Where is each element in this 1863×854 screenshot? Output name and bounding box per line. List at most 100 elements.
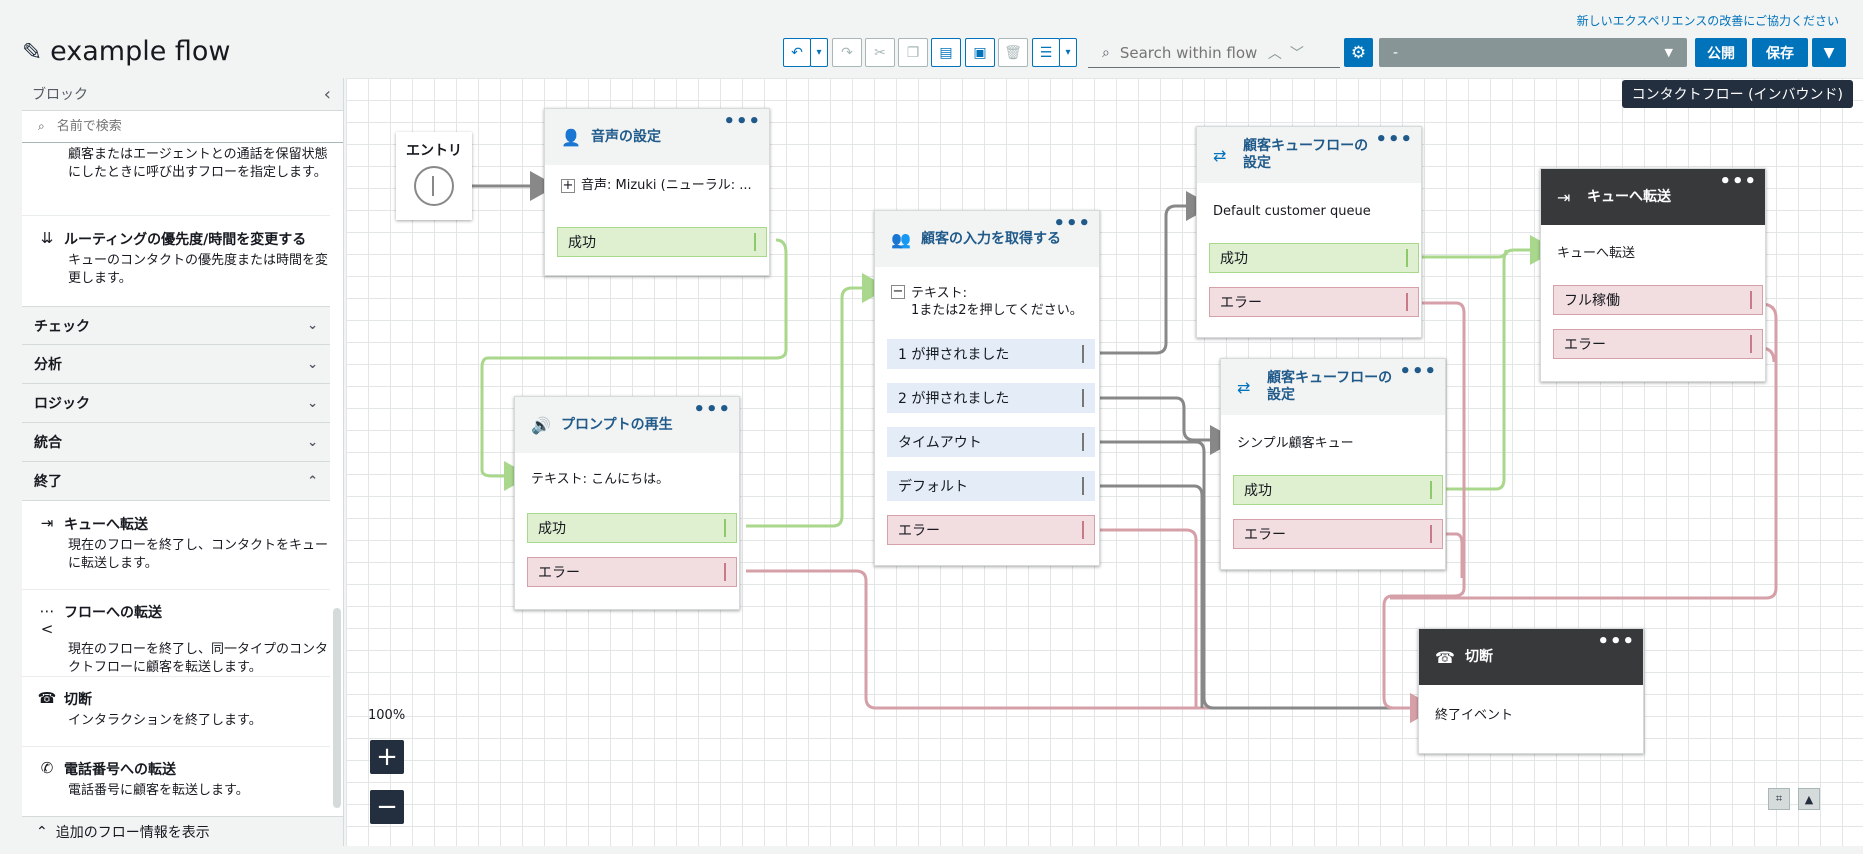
entry-label: エントリ — [406, 143, 462, 159]
queue-transfer-icon: ⇥ — [1557, 187, 1571, 207]
pencil-icon[interactable]: ✎ — [22, 38, 42, 66]
chevron-up-icon: ⌃ — [36, 823, 48, 840]
undo-dropdown-icon[interactable]: ▾ — [810, 38, 828, 67]
minimap-toggle-icon[interactable]: ▲ — [1798, 788, 1820, 810]
wire-input-error-disconnect — [1091, 528, 1198, 708]
select-all-icon[interactable]: ▣ — [965, 38, 995, 67]
node-header: 🔊 プロンプトの再生 ••• — [515, 397, 739, 453]
copy-icon[interactable]: ❐ — [898, 38, 928, 67]
more-options-icon[interactable]: ••• — [1597, 631, 1635, 652]
chevron-down-icon: ▼ — [1664, 46, 1673, 59]
node-disconnect[interactable]: ☎ 切断 ••• 終了イベント — [1418, 628, 1644, 754]
node-set-customer-queue-flow-1[interactable]: ⇄ 顧客キューフローの設定 ••• Default customer queue… — [1196, 126, 1422, 338]
phone-transfer-icon: ✆ — [40, 759, 54, 777]
minus-icon[interactable]: − — [891, 285, 905, 299]
branch-success[interactable]: 成功 — [1233, 475, 1443, 505]
category-terminate[interactable]: 終了 ⌃ — [22, 462, 330, 501]
node-transfer-to-queue[interactable]: ⇥ キューへ転送 ••• キューへ転送 フル稼働 エラー — [1540, 168, 1766, 382]
branch-success[interactable]: 成功 — [527, 513, 737, 543]
branch-error[interactable]: エラー — [1233, 519, 1443, 549]
flow-search[interactable]: ⌕ ︿ ﹀ — [1088, 38, 1340, 68]
save-dropdown-icon[interactable]: ▼ — [1812, 38, 1846, 67]
chevron-up-icon: ⌃ — [307, 473, 318, 489]
more-options-icon[interactable]: ••• — [1375, 129, 1413, 150]
node-header: ⇄ 顧客キューフローの設定 ••• — [1197, 127, 1421, 183]
category-integrate[interactable]: 統合 ⌄ — [22, 423, 330, 462]
node-play-prompt[interactable]: 🔊 プロンプトの再生 ••• テキスト: こんにちは。 成功 エラー — [514, 396, 740, 610]
category-check[interactable]: チェック ⌄ — [22, 306, 330, 345]
paste-icon[interactable]: ▤ — [931, 38, 961, 67]
block-search[interactable]: ⌕ — [22, 111, 343, 143]
queue-flow-icon: ⇄ — [1213, 145, 1227, 165]
chevron-down-icon: ⌄ — [307, 318, 318, 333]
notes-dropdown-icon[interactable]: ▾ — [1059, 38, 1077, 67]
branch-success[interactable]: 成功 — [557, 227, 767, 257]
show-flow-info-link[interactable]: ⌃ 追加のフロー情報を表示 — [22, 816, 343, 846]
block-hold-flow[interactable]: 顧客またはエージェントとの通話を保留状態にしたときに呼び出すフローを指定します。 — [22, 146, 330, 182]
node-set-customer-queue-flow-2[interactable]: ⇄ 顧客キューフローの設定 ••• シンプル顧客キュー 成功 エラー — [1220, 358, 1446, 570]
entry-point-icon — [414, 166, 454, 206]
more-options-icon[interactable]: ••• — [1399, 361, 1437, 382]
feedback-link[interactable]: 新しいエクスペリエンスの改善にご協力ください — [1577, 12, 1839, 29]
notes-icon[interactable]: ☰ — [1032, 38, 1060, 67]
node-get-customer-input[interactable]: 👥 顧客の入力を取得する ••• − テキスト: 1または2を押してください。 1 … — [874, 210, 1100, 566]
branch-error[interactable]: エラー — [887, 515, 1095, 545]
collapse-icon[interactable]: ‹ — [324, 84, 331, 105]
block-desc: キューのコンタクトの優先度または時間を変更します。 — [68, 253, 329, 286]
undo-icon[interactable]: ↶ — [783, 38, 811, 67]
entry-node[interactable]: エントリ — [396, 132, 472, 220]
wire-option1-queue1 — [1091, 191, 1213, 355]
flow-search-input[interactable] — [1119, 43, 1260, 62]
block-transfer-to-phone[interactable]: ✆ 電話番号への転送 電話番号に顧客を転送します。 — [22, 759, 330, 800]
gear-icon[interactable]: ⚙ — [1344, 38, 1373, 67]
block-name: ルーティングの優先度/時間を変更する — [64, 232, 307, 248]
node-body: テキスト: こんにちは。 — [531, 472, 670, 487]
queue-flow-icon: ⇄ — [1237, 377, 1251, 397]
version-value: - — [1393, 44, 1399, 61]
category-logic[interactable]: ロジック ⌄ — [22, 384, 330, 423]
fit-to-screen-icon[interactable]: ⌗ — [1768, 788, 1790, 810]
block-search-input[interactable] — [56, 119, 297, 134]
plus-icon[interactable]: + — [561, 179, 575, 193]
branch-default[interactable]: デフォルト — [887, 471, 1095, 501]
more-options-icon[interactable]: ••• — [693, 399, 731, 420]
more-options-icon[interactable]: ••• — [1053, 213, 1091, 234]
category-analytics[interactable]: 分析 ⌄ — [22, 345, 330, 384]
node-header: ☎ 切断 ••• — [1419, 629, 1643, 685]
search-icon: ⌕ — [38, 119, 45, 133]
voice-settings-icon: 👤 — [561, 127, 581, 147]
delete-icon[interactable]: 🗑 — [998, 38, 1028, 67]
branch-option-1[interactable]: 1 が押されました — [887, 339, 1095, 369]
branch-timeout[interactable]: タイムアウト — [887, 427, 1095, 457]
branch-at-capacity[interactable]: フル稼働 — [1553, 285, 1763, 315]
cut-icon[interactable]: ✂ — [865, 38, 895, 67]
wire-prompt-input — [746, 273, 889, 528]
branch-error[interactable]: エラー — [527, 557, 737, 587]
redo-icon[interactable]: ↷ — [832, 38, 862, 67]
chevron-down-icon: ⌄ — [307, 395, 318, 411]
branch-option-2[interactable]: 2 が押されました — [887, 383, 1095, 413]
more-options-icon[interactable]: ••• — [723, 111, 761, 132]
branch-error[interactable]: エラー — [1209, 287, 1419, 317]
sidebar-scrollbar[interactable] — [333, 608, 341, 808]
node-set-voice[interactable]: 👤 音声の設定 ••• + 音声: Mizuki (ニューラル: ... 成功 — [544, 108, 770, 276]
save-button[interactable]: 保存 — [1752, 38, 1808, 67]
search-icon: ⌕ — [1102, 44, 1110, 61]
block-disconnect[interactable]: ☎ 切断 インタラクションを終了します。 — [22, 689, 330, 730]
publish-button[interactable]: 公開 — [1695, 38, 1747, 67]
flow-canvas[interactable]: コンタクトフロー (インバウンド) エントリ 👤 音声の設定 ••• + 音声: … — [346, 78, 1863, 846]
more-options-icon[interactable]: ••• — [1719, 171, 1757, 192]
node-body: キューへ転送 — [1557, 246, 1636, 261]
version-select[interactable]: - ▼ — [1379, 38, 1687, 67]
search-next-icon[interactable]: ﹀ — [1290, 43, 1304, 63]
search-prev-icon[interactable]: ︿ — [1268, 43, 1282, 63]
block-transfer-to-flow[interactable]: ⋯< フローへの転送 現在のフローを終了し、同一タイプのコンタクトフローに顧客を転… — [22, 602, 330, 677]
zoom-in-button[interactable]: + — [370, 740, 404, 774]
zoom-out-button[interactable]: − — [370, 790, 404, 824]
flow-title: example flow — [50, 36, 231, 67]
block-transfer-to-queue[interactable]: ⇥ キューへ転送 現在のフローを終了し、コンタクトをキューに転送します。 — [22, 514, 330, 573]
node-body: − テキスト: 1または2を押してください。 — [891, 284, 1083, 318]
block-change-routing-priority[interactable]: ⇊ ルーティングの優先度/時間を変更する キューのコンタクトの優先度または時間を… — [22, 229, 330, 288]
branch-error[interactable]: エラー — [1553, 329, 1763, 359]
branch-success[interactable]: 成功 — [1209, 243, 1419, 273]
